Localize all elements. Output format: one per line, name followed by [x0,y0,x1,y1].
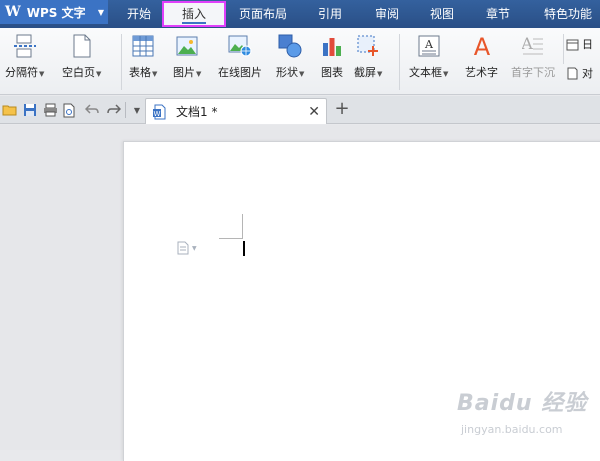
close-tab-icon[interactable]: ✕ [308,104,320,120]
wordart-icon: A [470,34,494,58]
text-cursor [243,241,245,256]
toolbar-separator [125,102,126,118]
ribbon-separator [563,34,564,64]
blank-page-button[interactable]: 空白页▼ [62,34,101,80]
picture-icon [175,34,199,58]
screenshot-label: 截屏 [354,66,376,79]
page-break-button[interactable]: 分隔符▼ [5,34,44,80]
object-icon [567,67,578,79]
dropdown-arrow-icon[interactable]: ▼ [196,70,201,78]
date-label: 日 [582,38,593,51]
drop-cap-label: 首字下沉 [511,66,555,79]
save-icon[interactable] [22,102,38,118]
ribbon-separator [399,34,400,90]
textbox-icon: A [417,34,441,58]
tab-page-layout[interactable]: 页面布局 [232,0,294,28]
app-menu-button[interactable]: W WPS 文字 ▼ [0,0,108,24]
dropdown-arrow-icon[interactable]: ▼ [377,70,382,78]
svg-text:W: W [154,110,161,118]
document-tab[interactable]: W 文档1 * ✕ [145,98,327,124]
redo-icon[interactable] [106,102,122,118]
quick-access-bar: ▼ W 文档1 * ✕ + [0,96,600,124]
watermark-logo: Baidu 经验 [457,391,588,416]
print-icon[interactable] [42,102,58,118]
screenshot-icon [356,34,380,58]
chart-icon [320,34,344,58]
paragraph-layout-button[interactable]: ▼ [177,241,197,255]
online-picture-label: 在线图片 [218,66,262,79]
svg-text:A: A [424,38,434,51]
screenshot-button[interactable]: 截屏▼ [354,34,382,80]
dropdown-arrow-icon[interactable]: ▼ [443,70,448,78]
table-label: 表格 [129,66,151,79]
baidu-watermark: Baidu 经验 jingyan.baidu.com [455,385,595,445]
shapes-icon [278,34,302,58]
page-break-icon [13,34,37,58]
open-folder-icon[interactable] [2,102,18,118]
page-margin-corner-mark [242,214,243,238]
document-icon: W [153,104,166,119]
print-preview-icon[interactable] [62,102,78,118]
dropdown-arrow-icon[interactable]: ▼ [39,70,44,78]
document-tab-title: 文档1 * [176,105,218,119]
app-name: WPS 文字 [26,5,86,20]
watermark-url: jingyan.baidu.com [461,423,563,436]
page-margin-corner-mark [219,238,243,239]
undo-icon[interactable] [84,102,100,118]
chevron-down-icon: ▼ [97,7,104,17]
tab-view[interactable]: 视图 [418,0,466,28]
picture-label: 图片 [173,66,195,79]
online-picture-icon [228,34,252,58]
table-button[interactable]: 表格▼ [129,34,157,80]
dropdown-arrow-icon[interactable]: ▼ [96,70,101,78]
textbox-label: 文本框 [409,66,442,79]
paragraph-layout-icon [177,241,189,255]
new-tab-button[interactable]: + [333,100,351,118]
drop-cap-icon: A [521,34,545,58]
svg-text:A: A [473,34,490,58]
menu-bar: W WPS 文字 ▼ 开始 插入 页面布局 引用 审阅 视图 章节 特色功能 [0,0,600,28]
wordart-label: 艺术字 [465,66,498,79]
page-break-label: 分隔符 [5,66,38,79]
date-icon [566,39,579,50]
table-icon [131,34,155,58]
customize-dropdown-icon[interactable]: ▼ [129,102,145,118]
tab-review[interactable]: 审阅 [363,0,411,28]
chart-label: 图表 [321,66,343,79]
shapes-button[interactable]: 形状▼ [276,34,304,80]
tab-special-features[interactable]: 特色功能 [537,0,599,28]
tab-start[interactable]: 开始 [115,0,163,28]
online-picture-button[interactable]: 在线图片 [218,34,262,80]
chart-button[interactable]: 图表 [320,34,344,80]
shapes-label: 形状 [276,66,298,79]
tab-insert[interactable]: 插入 [162,1,226,27]
drop-cap-button[interactable]: A 首字下沉 [511,34,555,80]
object-button[interactable]: 对 [566,65,593,81]
tab-references[interactable]: 引用 [306,0,354,28]
date-button[interactable]: 日 [566,36,593,52]
ribbon-separator [121,34,122,90]
wordart-button[interactable]: A 艺术字 [465,34,498,80]
blank-page-label: 空白页 [62,66,95,79]
picture-button[interactable]: 图片▼ [173,34,201,80]
wps-logo-icon: W [5,4,21,20]
textbox-button[interactable]: A 文本框▼ [409,34,448,80]
ribbon-toolbar: 分隔符▼ 空白页▼ 表格▼ 图片▼ 在线图片 形状▼ 图表 截屏▼ A 文本框▼… [0,28,600,95]
chevron-down-icon: ▼ [192,244,197,252]
dropdown-arrow-icon[interactable]: ▼ [299,70,304,78]
object-label: 对 [582,67,593,80]
blank-page-icon [70,34,94,58]
svg-text:A: A [522,35,533,53]
tab-chapter[interactable]: 章节 [474,0,522,28]
dropdown-arrow-icon[interactable]: ▼ [152,70,157,78]
